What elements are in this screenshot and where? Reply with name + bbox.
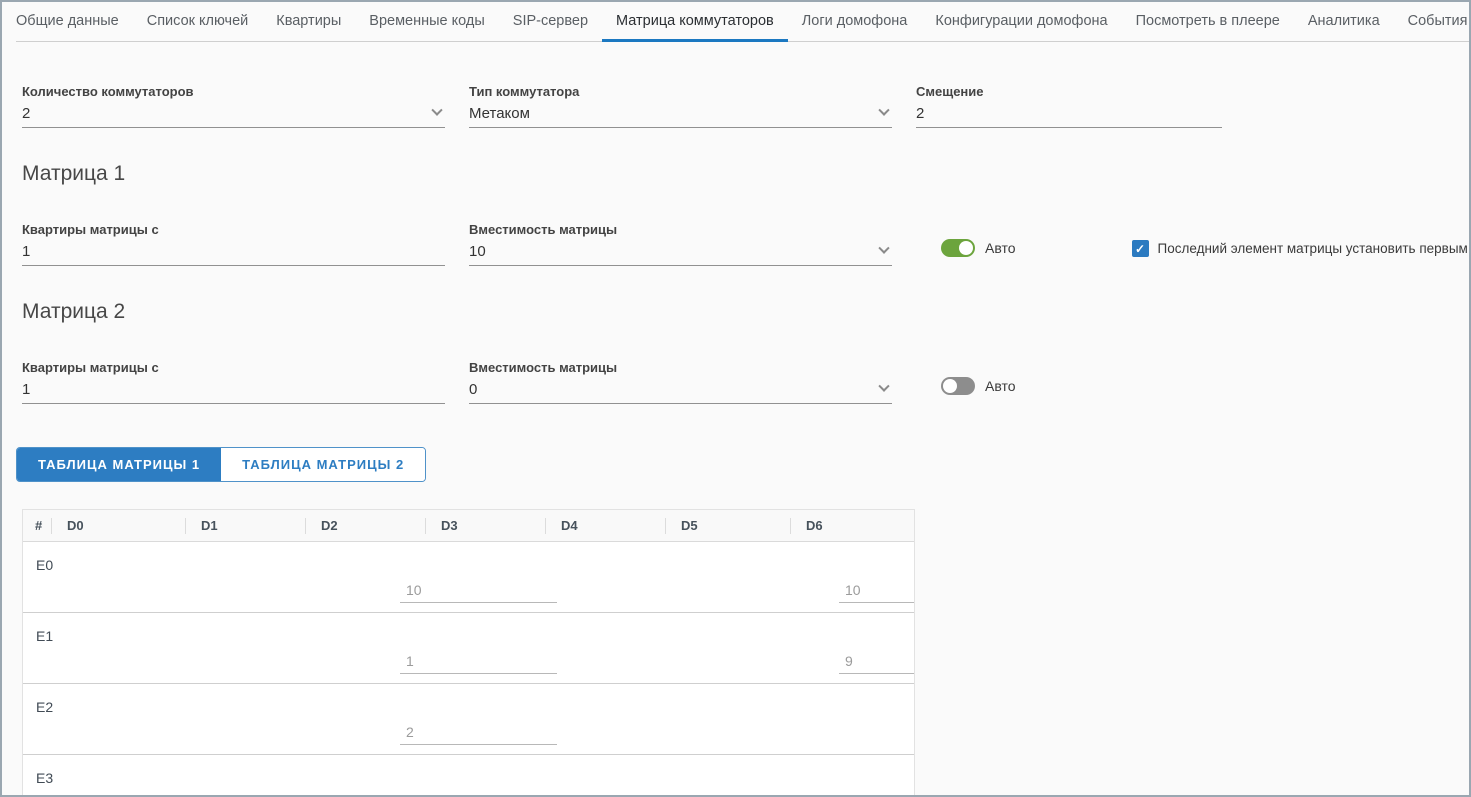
tab-general-data[interactable]: Общие данные — [2, 2, 133, 42]
tab-view-in-player[interactable]: Посмотреть в плеере — [1122, 2, 1294, 42]
switch-count-value: 2 — [22, 105, 30, 122]
tab-intercom-config[interactable]: Конфигурации домофона — [921, 2, 1121, 42]
offset-input[interactable] — [916, 105, 1218, 122]
matrix2-apartments-from-input[interactable] — [22, 381, 441, 398]
matrix2-row: Квартиры матрицы с Вместимость матрицы 0… — [22, 360, 1469, 404]
toggle-knob — [943, 379, 957, 393]
switch-count-select[interactable]: 2 — [22, 104, 445, 128]
matrix-table-2-button[interactable]: ТАБЛИЦА МАТРИЦЫ 2 — [221, 448, 425, 481]
matrix-cell-E0-D6[interactable] — [839, 579, 915, 603]
row-label: E2 — [36, 699, 53, 715]
matrix-cell-E2-D3[interactable] — [400, 721, 557, 745]
column-header-index: # — [23, 510, 52, 541]
matrix-table-body: E0 E1 E2 E3 — [23, 542, 914, 797]
tab-apartments[interactable]: Квартиры — [262, 2, 355, 42]
tab-intercom-logs[interactable]: Логи домофона — [788, 2, 922, 42]
matrix2-capacity-field: Вместимость матрицы 0 — [469, 360, 892, 404]
tab-sip-server[interactable]: SIP-сервер — [499, 2, 602, 42]
matrix-table-switcher: ТАБЛИЦА МАТРИЦЫ 1 ТАБЛИЦА МАТРИЦЫ 2 — [16, 447, 426, 482]
last-element-first-label: Последний элемент матрицы установить пер… — [1158, 241, 1468, 256]
table-row-E3: E3 — [23, 755, 914, 797]
matrix1-title: Матрица 1 — [22, 162, 1469, 186]
switch-matrix-panel: Количество коммутаторов 2 Тип коммутатор… — [2, 84, 1469, 797]
matrix2-auto-toggle[interactable] — [941, 377, 975, 395]
matrix1-auto-group: Авто — [941, 239, 1016, 257]
switch-type-field: Тип коммутатора Метаком — [469, 84, 892, 128]
matrix2-auto-label: Авто — [985, 378, 1016, 394]
switch-count-field: Количество коммутаторов 2 — [22, 84, 445, 128]
matrix1-apartments-from-input[interactable] — [22, 243, 441, 260]
matrix1-last-first-group[interactable]: ✓ Последний элемент матрицы установить п… — [1132, 240, 1468, 257]
matrix-cell-E0-D3[interactable] — [400, 579, 557, 603]
chevron-down-icon — [878, 381, 889, 392]
matrix1-capacity-label: Вместимость матрицы — [469, 222, 892, 239]
offset-label: Смещение — [916, 84, 1222, 101]
matrix1-apartments-from-field: Квартиры матрицы с — [22, 222, 445, 266]
matrix2-auto-group: Авто — [941, 377, 1016, 395]
column-header-D1: D1 — [186, 510, 306, 541]
column-header-D0: D0 — [52, 510, 186, 541]
last-element-first-checkbox[interactable]: ✓ — [1132, 240, 1149, 257]
matrix1-capacity-select[interactable]: 10 — [469, 242, 892, 266]
column-header-D6: D6 — [791, 510, 915, 541]
column-header-D4: D4 — [546, 510, 666, 541]
matrix2-apartments-from-control — [22, 380, 445, 404]
matrix-table-1: #D0D1D2D3D4D5D6 E0 E1 E2 E3 — [22, 509, 915, 797]
switch-type-label: Тип коммутатора — [469, 84, 892, 101]
tab-key-list[interactable]: Список ключей — [133, 2, 263, 42]
matrix-table-1-button[interactable]: ТАБЛИЦА МАТРИЦЫ 1 — [17, 448, 221, 481]
matrix1-capacity-value: 10 — [469, 243, 486, 260]
switch-type-value: Метаком — [469, 105, 530, 122]
table-row-E2: E2 — [23, 684, 914, 755]
matrix-cell-E1-D3[interactable] — [400, 650, 557, 674]
table-row-E1: E1 — [23, 613, 914, 684]
matrix1-apartments-from-label: Квартиры матрицы с — [22, 222, 445, 239]
matrix1-auto-label: Авто — [985, 240, 1016, 256]
matrix1-capacity-field: Вместимость матрицы 10 — [469, 222, 892, 266]
intercom-admin-page: Общие данныеСписок ключейКвартирыВременн… — [0, 0, 1471, 797]
matrix-table-header: #D0D1D2D3D4D5D6 — [23, 510, 914, 542]
matrix2-capacity-label: Вместимость матрицы — [469, 360, 892, 377]
chevron-down-icon — [878, 105, 889, 116]
matrix2-apartments-from-label: Квартиры матрицы с — [22, 360, 445, 377]
chevron-down-icon — [431, 105, 442, 116]
toggle-knob — [959, 241, 973, 255]
settings-row: Количество коммутаторов 2 Тип коммутатор… — [22, 84, 1469, 128]
tab-temp-codes[interactable]: Временные коды — [355, 2, 499, 42]
matrix1-row: Квартиры матрицы с Вместимость матрицы 1… — [22, 222, 1469, 266]
tab-switch-matrix[interactable]: Матрица коммутаторов — [602, 2, 788, 42]
tab-bar: Общие данныеСписок ключейКвартирыВременн… — [2, 2, 1469, 42]
tab-events[interactable]: События — [1394, 2, 1469, 42]
matrix1-auto-toggle[interactable] — [941, 239, 975, 257]
table-row-E0: E0 — [23, 542, 914, 613]
column-header-D5: D5 — [666, 510, 791, 541]
matrix2-title: Матрица 2 — [22, 300, 1469, 324]
matrix2-capacity-select[interactable]: 0 — [469, 380, 892, 404]
row-label: E1 — [36, 628, 53, 644]
matrix-cell-E1-D6[interactable] — [839, 650, 915, 674]
switch-type-select[interactable]: Метаком — [469, 104, 892, 128]
tab-analytics[interactable]: Аналитика — [1294, 2, 1394, 42]
matrix1-apartments-from-control — [22, 242, 445, 266]
row-label: E0 — [36, 557, 53, 573]
offset-field: Смещение — [916, 84, 1222, 128]
matrix2-apartments-from-field: Квартиры матрицы с — [22, 360, 445, 404]
row-label: E3 — [36, 770, 53, 786]
column-header-D2: D2 — [306, 510, 426, 541]
matrix2-capacity-value: 0 — [469, 381, 477, 398]
switch-count-label: Количество коммутаторов — [22, 84, 445, 101]
chevron-down-icon — [878, 243, 889, 254]
offset-control — [916, 104, 1222, 128]
column-header-D3: D3 — [426, 510, 546, 541]
